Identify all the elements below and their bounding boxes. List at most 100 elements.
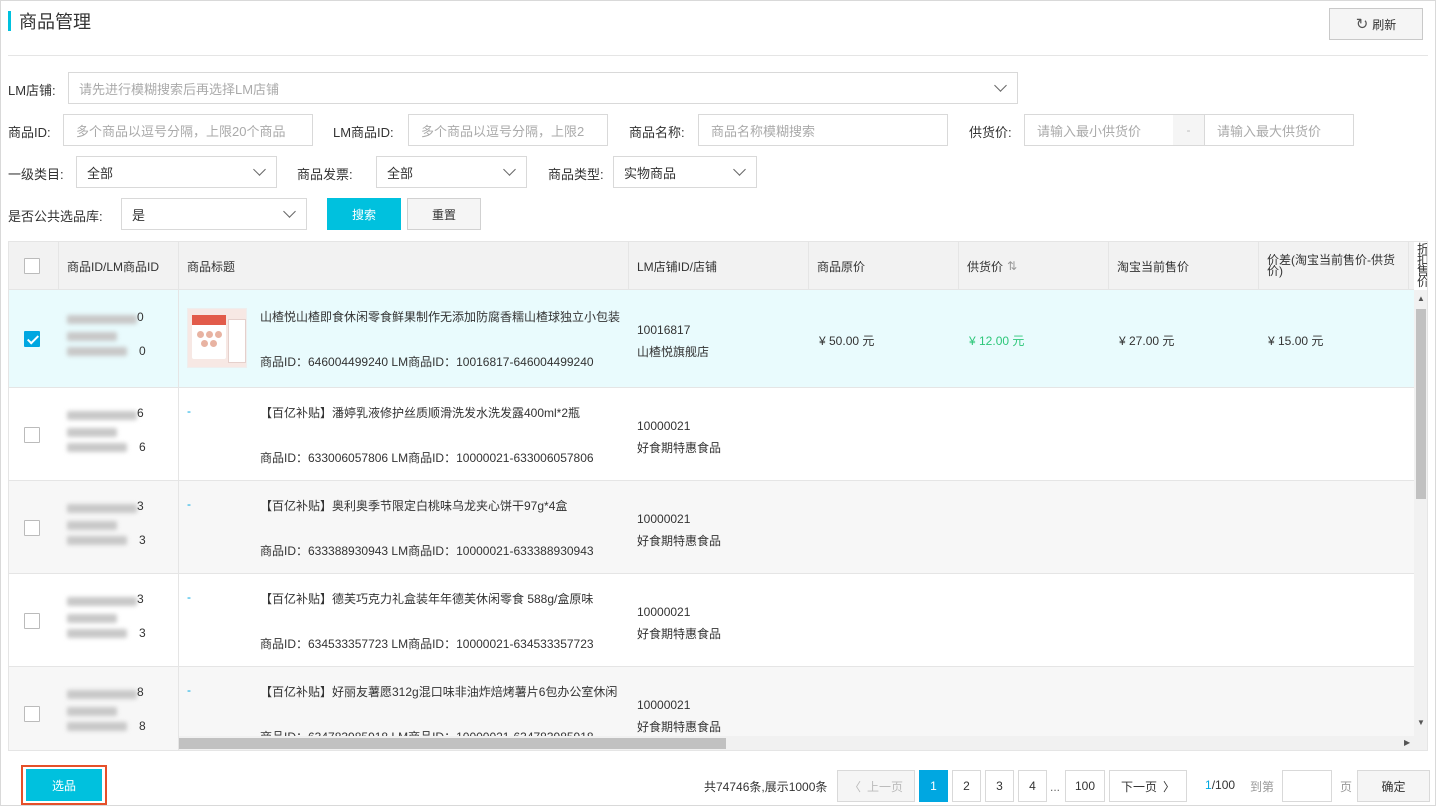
blurred-product-id	[67, 689, 137, 699]
store-name: 好食期特惠食品	[637, 626, 722, 641]
page-button-4[interactable]: 4	[1018, 770, 1047, 802]
table-row[interactable]: 6 6 - 【百亿补贴】潘婷乳液修护丝质顺滑洗发水洗发露400ml*2瓶 商品ID：63…	[9, 388, 1414, 481]
blurred-lm-id	[67, 520, 117, 530]
thumbnail-placeholder: -	[187, 590, 191, 604]
next-page-label: 下一页	[1120, 779, 1157, 794]
scroll-up-icon[interactable]: ▲	[1417, 294, 1425, 303]
page-button-last[interactable]: 100	[1065, 770, 1105, 802]
public-pool-value: 是	[132, 207, 146, 223]
blurred-product-id	[67, 503, 137, 513]
prev-page-label: 上一页	[867, 779, 904, 794]
blurred-lm-product-id	[67, 628, 127, 638]
blurred-lm-id	[67, 427, 117, 437]
page-unit-label: 页	[1340, 780, 1353, 794]
product-title: 【百亿补贴】好丽友薯愿312g混口味非油炸焙烤薯片6包办公室休闲	[260, 685, 618, 699]
original-price: ¥ 50.00 元	[819, 334, 875, 348]
col-header-diff: 价差(淘宝当前售价-供货价)	[1259, 242, 1409, 290]
page-button-2[interactable]: 2	[952, 770, 981, 802]
thumbnail-placeholder: -	[187, 404, 191, 418]
col-header-tb-price: 淘宝当前售价	[1109, 242, 1259, 290]
scroll-down-icon[interactable]: ▼	[1417, 718, 1425, 727]
confirm-page-button[interactable]: 确定	[1357, 770, 1430, 802]
table-header: 商品ID/LM商品ID 商品标题 LM店铺ID/店铺 商品原价 供货价 ⇅ 淘宝…	[9, 242, 1427, 290]
table-row[interactable]: 3 3 - 【百亿补贴】奥利奥季节限定白桃味乌龙夹心饼干97g*4盒 商品ID：6333…	[9, 481, 1414, 574]
candy-dot	[197, 331, 204, 338]
horizontal-scroll-thumb[interactable]	[179, 738, 726, 749]
table-row[interactable]: 0 0 山楂悦山楂即食休闲零食鲜果制作无添加防腐香糯山楂球独立小包装 商品ID：64…	[9, 290, 1414, 388]
page-button-1[interactable]: 1	[919, 770, 948, 802]
select-all-checkbox[interactable]	[24, 258, 40, 274]
product-thumbnail[interactable]	[187, 308, 247, 368]
category-select[interactable]: 全部	[76, 156, 277, 188]
col-header-supply-price[interactable]: 供货价 ⇅	[959, 242, 1109, 290]
product-name-label: 商品名称:	[629, 125, 685, 140]
lm-product-id-input[interactable]: 多个商品以逗号分隔，上限2	[408, 114, 608, 146]
product-id-line: 商品ID：634533357723 LM商品ID：10000021-634533…	[260, 637, 594, 651]
lm-product-id-label: LM商品ID:	[333, 125, 394, 140]
product-title: 山楂悦山楂即食休闲零食鲜果制作无添加防腐香糯山楂球独立小包装	[260, 310, 621, 324]
blurred-product-id	[67, 410, 137, 420]
blurred-lm-id	[67, 332, 117, 341]
blurred-product-id	[67, 315, 137, 324]
min-supply-price-input[interactable]: 请输入最小供货价	[1024, 114, 1174, 146]
sort-icon[interactable]: ⇅	[1007, 259, 1017, 273]
search-button[interactable]: 搜索	[327, 198, 401, 230]
blurred-lm-product-id	[67, 442, 127, 452]
lm-product-id-suffix: 8	[139, 718, 146, 733]
max-supply-price-input[interactable]: 请输入最大供货价	[1204, 114, 1354, 146]
lm-product-id-suffix: 3	[139, 532, 146, 547]
row-checkbox[interactable]	[24, 519, 40, 536]
vertical-scroll-thumb[interactable]	[1416, 309, 1426, 499]
col-header-orig-price: 商品原价	[809, 242, 959, 290]
column-divider	[178, 290, 179, 387]
product-id-line: 商品ID：633388930943 LM商品ID：10000021-633388…	[260, 544, 594, 558]
page-header: 商品管理	[8, 10, 91, 32]
row-checkbox[interactable]	[24, 612, 40, 629]
reset-button[interactable]: 重置	[407, 198, 481, 230]
product-id-input[interactable]: 多个商品以逗号分隔，上限20个商品	[63, 114, 313, 146]
select-product-button[interactable]: 选品	[26, 769, 102, 801]
blurred-lm-id	[67, 706, 117, 716]
blurred-lm-product-id	[67, 347, 127, 356]
scroll-right-icon[interactable]: ▶	[1404, 738, 1410, 747]
product-name-input[interactable]: 商品名称模糊搜索	[698, 114, 948, 146]
product-title: 【百亿补贴】潘婷乳液修护丝质顺滑洗发水洗发露400ml*2瓶	[260, 406, 581, 420]
page-button-3[interactable]: 3	[985, 770, 1014, 802]
category-value: 全部	[87, 165, 114, 181]
prev-page-button[interactable]: 〈 上一页	[837, 770, 915, 802]
next-page-button[interactable]: 下一页 〉	[1109, 770, 1187, 802]
refresh-button[interactable]: ↻ 刷新	[1329, 8, 1423, 40]
chevron-right-icon: 〉	[1163, 779, 1176, 794]
product-id-placeholder: 多个商品以逗号分隔，上限20个商品	[76, 123, 286, 139]
store-name: 好食期特惠食品	[637, 440, 722, 455]
invoice-label: 商品发票:	[297, 167, 353, 182]
taobao-price: ¥ 27.00 元	[1119, 334, 1175, 348]
current-page: 1	[1205, 778, 1212, 792]
col-header-store: LM店铺ID/店铺	[629, 242, 809, 290]
product-type-select[interactable]: 实物商品	[613, 156, 757, 188]
product-id-suffix: 8	[137, 684, 144, 699]
total-pages: /100	[1211, 778, 1236, 792]
product-id-line: 商品ID：633006057806 LM商品ID：10000021-633006…	[260, 451, 594, 465]
store-name: 好食期特惠食品	[637, 719, 722, 734]
thumbnail-placeholder: -	[187, 683, 191, 697]
invoice-select[interactable]: 全部	[376, 156, 527, 188]
row-checkbox[interactable]	[24, 705, 40, 722]
lm-store-select[interactable]: 请先进行模糊搜索后再选择LM店铺	[68, 72, 1018, 104]
lm-store-placeholder: 请先进行模糊搜索后再选择LM店铺	[79, 81, 280, 97]
row-checkbox[interactable]	[24, 426, 40, 443]
lm-store-label: LM店铺:	[8, 83, 56, 98]
column-divider	[178, 574, 179, 666]
product-id-suffix: 3	[137, 591, 144, 606]
product-id-label: 商品ID:	[8, 125, 51, 140]
goto-page-input[interactable]	[1282, 770, 1332, 802]
blurred-lm-product-id	[67, 535, 127, 545]
pagination-total: 共74746条,展示1000条	[704, 780, 828, 794]
public-pool-select[interactable]: 是	[121, 198, 307, 230]
chevron-down-icon	[733, 163, 746, 176]
page-indicator: 1/100	[1205, 778, 1235, 792]
product-id-suffix: 0	[137, 310, 144, 324]
row-checkbox[interactable]	[24, 331, 40, 347]
table-row[interactable]: 3 3 - 【百亿补贴】德芙巧克力礼盒装年年德芙休闲零食 588g/盒原味 商品ID：6…	[9, 574, 1414, 667]
header-divider	[8, 55, 1428, 56]
